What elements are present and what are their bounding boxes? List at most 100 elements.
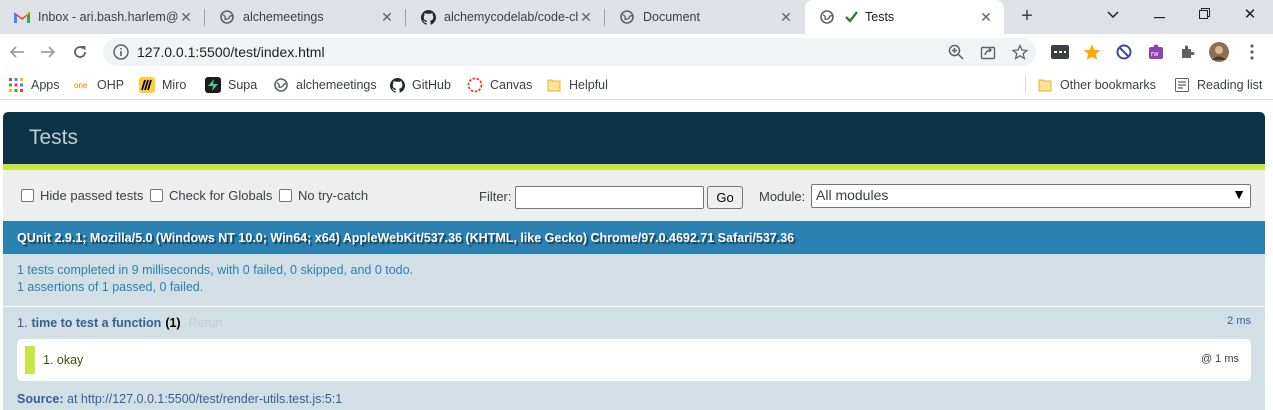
folder-icon bbox=[1037, 77, 1053, 93]
dropdown-arrow-icon: ▼ bbox=[1232, 186, 1246, 202]
share-icon[interactable] bbox=[980, 44, 996, 60]
browser-toolbar: 127.0.0.1:5500/test/index.html rw bbox=[0, 34, 1273, 70]
github-icon bbox=[389, 77, 405, 93]
minimize-button[interactable] bbox=[1146, 4, 1172, 28]
bookmark-label: Other bookmarks bbox=[1060, 78, 1156, 92]
checkbox-box[interactable] bbox=[279, 189, 292, 202]
bookmark-github[interactable]: GitHub bbox=[389, 76, 451, 94]
qunit-testrunner-toolbar: Hide passed tests Check for Globals No t… bbox=[3, 170, 1265, 221]
close-window-button[interactable]: ✕ bbox=[1237, 4, 1263, 28]
tab-tests[interactable]: Tests ✕ bbox=[805, 0, 1004, 34]
tab-gmail[interactable]: Inbox - ari.bash.harlem@gmail.com ✕ bbox=[0, 0, 204, 34]
rerun-link[interactable]: Rerun bbox=[189, 316, 223, 330]
folder-icon bbox=[546, 77, 562, 93]
github-icon bbox=[420, 9, 436, 25]
qunit-header: Tests bbox=[3, 112, 1265, 164]
assertion-message: 1. okay bbox=[43, 353, 84, 367]
bookmark-label: Apps bbox=[31, 78, 60, 92]
address-bar[interactable]: 127.0.0.1:5500/test/index.html bbox=[103, 38, 1036, 66]
bookmark-label: OHP bbox=[97, 78, 125, 92]
source-value: at http://127.0.0.1:5500/test/render-uti… bbox=[67, 392, 343, 406]
tab-title: Tests bbox=[865, 10, 895, 24]
tab-title: Document bbox=[643, 10, 700, 24]
new-tab-button[interactable]: + bbox=[1016, 6, 1038, 28]
filter-input[interactable] bbox=[515, 186, 704, 209]
close-icon[interactable]: ✕ bbox=[178, 9, 194, 25]
menu-kebab-icon[interactable] bbox=[1243, 43, 1261, 61]
one-icon: one bbox=[74, 77, 90, 93]
extensions-puzzle-icon[interactable] bbox=[1179, 43, 1197, 61]
apps-grid-icon bbox=[8, 77, 24, 93]
block-extension-icon[interactable] bbox=[1115, 43, 1133, 61]
gmail-icon bbox=[14, 9, 30, 25]
qunit-container: Tests Hide passed tests Check for Global… bbox=[3, 112, 1265, 410]
globe-icon bbox=[619, 9, 635, 25]
qunit-useragent: QUnit 2.9.1; Mozilla/5.0 (Windows NT 10.… bbox=[3, 221, 1265, 254]
assertion-pass: 1. okay bbox=[25, 346, 83, 374]
puzzle-purple-icon[interactable]: rw bbox=[1147, 43, 1165, 61]
result-summary: 1 tests completed in 9 milliseconds, wit… bbox=[17, 263, 414, 277]
close-icon[interactable]: ✕ bbox=[379, 9, 395, 25]
checkmark-icon bbox=[843, 9, 859, 25]
page-title[interactable]: Tests bbox=[29, 126, 1273, 150]
close-icon[interactable]: ✕ bbox=[978, 9, 994, 25]
tab-title: Inbox - ari.bash.harlem@gmail.com bbox=[38, 10, 178, 24]
forward-button[interactable] bbox=[36, 40, 60, 64]
checkbox-box[interactable] bbox=[150, 189, 163, 202]
restore-button[interactable] bbox=[1191, 4, 1217, 28]
supabase-icon bbox=[205, 77, 221, 93]
avatar[interactable] bbox=[1209, 42, 1229, 62]
reading-list-button[interactable]: Reading list bbox=[1174, 76, 1262, 94]
bookmark-other[interactable]: Other bookmarks bbox=[1037, 76, 1156, 94]
tab-github[interactable]: alchemycodelab/code-challenges ✕ bbox=[406, 0, 604, 34]
test-name[interactable]: time to test a function bbox=[31, 316, 161, 330]
checkbox-label: No try-catch bbox=[298, 188, 369, 203]
close-icon[interactable]: ✕ bbox=[778, 9, 794, 25]
bookmark-miro[interactable]: Miro bbox=[139, 76, 186, 94]
info-icon[interactable] bbox=[113, 44, 129, 63]
back-button[interactable] bbox=[5, 40, 29, 64]
bookmark-apps[interactable]: Apps bbox=[8, 76, 60, 94]
bookmark-ohp[interactable]: one OHP bbox=[74, 76, 124, 94]
tab-alchemeetings[interactable]: alchemeetings ✕ bbox=[205, 0, 405, 34]
globe-icon bbox=[819, 9, 835, 25]
go-button[interactable]: Go bbox=[707, 186, 743, 209]
close-icon[interactable]: ✕ bbox=[578, 9, 594, 25]
reload-button[interactable] bbox=[68, 40, 92, 64]
bookmark-folder-helpful[interactable]: Helpful bbox=[546, 76, 608, 94]
miro-icon bbox=[139, 77, 155, 93]
globe-icon bbox=[219, 9, 235, 25]
qunit-tests: 1. time to test a function (1) Rerun 2 m… bbox=[3, 306, 1265, 410]
module-selected-value: All modules bbox=[816, 187, 889, 203]
test-count: (1) bbox=[165, 316, 181, 330]
zoom-icon[interactable] bbox=[948, 44, 964, 60]
hide-passed-checkbox[interactable]: Hide passed tests bbox=[21, 188, 143, 203]
bookmark-canvas[interactable]: Canvas bbox=[467, 76, 532, 94]
star-extension-icon[interactable] bbox=[1083, 43, 1101, 61]
extension-dark-icon[interactable] bbox=[1051, 43, 1069, 61]
canvas-icon bbox=[467, 77, 483, 93]
url-text[interactable]: 127.0.0.1:5500/test/index.html bbox=[137, 44, 325, 60]
bookmark-label: Helpful bbox=[569, 78, 608, 92]
bookmark-label: Miro bbox=[162, 78, 187, 92]
tab-search-chevron-icon[interactable] bbox=[1100, 4, 1126, 28]
test-source: Source: at http://127.0.0.1:5500/test/re… bbox=[17, 392, 342, 406]
test-number: 1. bbox=[17, 316, 28, 330]
test-name-row[interactable]: 1. time to test a function (1) Rerun bbox=[17, 316, 223, 330]
svg-text:rw: rw bbox=[1151, 51, 1159, 58]
module-select[interactable]: All modules ▼ bbox=[811, 184, 1251, 208]
bookmark-supa[interactable]: Supa bbox=[205, 76, 257, 94]
check-globals-checkbox[interactable]: Check for Globals bbox=[150, 188, 272, 203]
no-try-catch-checkbox[interactable]: No try-catch bbox=[279, 188, 368, 203]
bookmarks-bar: Apps one OHP Miro Supa alchemeetings Git… bbox=[0, 70, 1273, 100]
tab-title: alchemycodelab/code-challenges bbox=[444, 10, 578, 24]
bookmark-label: Reading list bbox=[1197, 78, 1263, 92]
bookmark-star-icon[interactable] bbox=[1012, 44, 1028, 60]
bookmark-alchemeetings[interactable]: alchemeetings bbox=[273, 76, 377, 94]
tab-document[interactable]: Document ✕ bbox=[605, 0, 804, 34]
bookmark-label: Canvas bbox=[490, 78, 533, 92]
test-runtime: 2 ms bbox=[1227, 315, 1251, 327]
checkbox-box[interactable] bbox=[21, 189, 34, 202]
bookmark-label: alchemeetings bbox=[296, 78, 377, 92]
bookmark-label: GitHub bbox=[412, 78, 451, 92]
